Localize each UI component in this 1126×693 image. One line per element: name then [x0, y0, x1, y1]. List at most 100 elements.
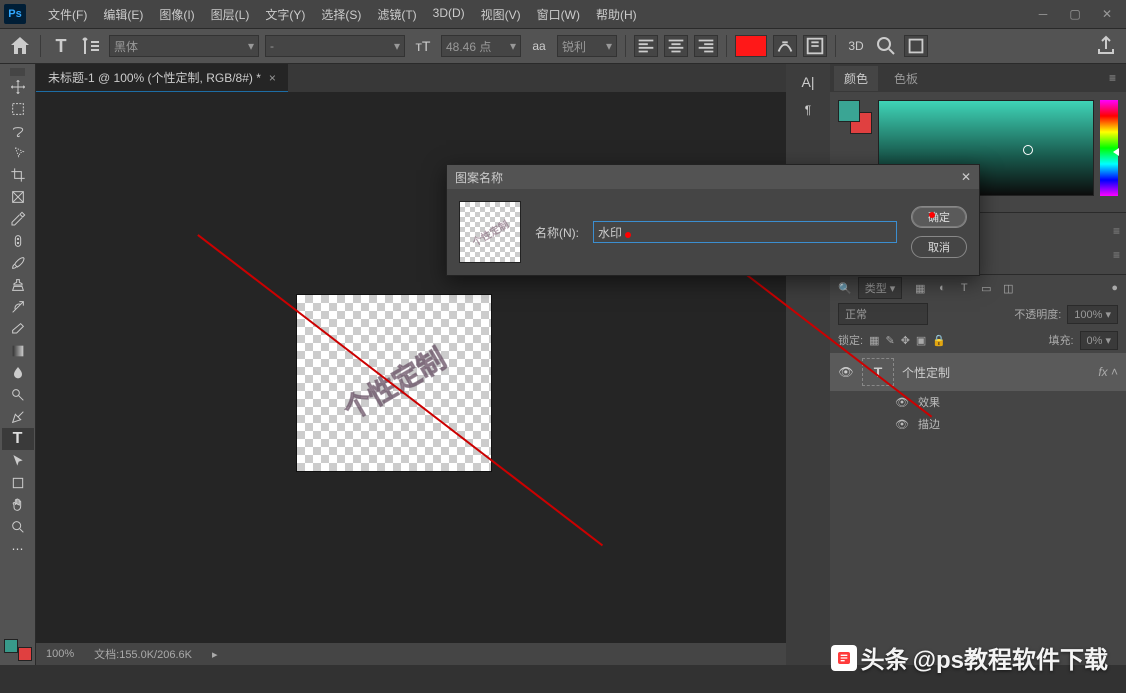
- layer-effects-row[interactable]: 👁 效果: [830, 391, 1126, 413]
- eyedropper-tool-icon[interactable]: [2, 208, 34, 230]
- fg-color[interactable]: [838, 100, 860, 122]
- font-family-dropdown[interactable]: 黑体▾: [109, 35, 259, 57]
- align-center-icon[interactable]: [664, 35, 688, 57]
- color-tab[interactable]: 颜色: [834, 66, 878, 91]
- fill-dropdown[interactable]: 0% ▾: [1080, 331, 1118, 350]
- foreground-color-swatch[interactable]: [4, 639, 18, 653]
- filter-smart-icon[interactable]: ◫: [1000, 280, 1016, 296]
- align-left-icon[interactable]: [634, 35, 658, 57]
- home-icon[interactable]: [8, 34, 32, 58]
- minimize-icon[interactable]: ─: [1028, 4, 1058, 24]
- panel-menu-icon[interactable]: ≡: [1103, 71, 1122, 85]
- visibility-icon[interactable]: 👁: [894, 416, 910, 432]
- lock-all-icon[interactable]: 🔒: [932, 334, 946, 347]
- filter-pixel-icon[interactable]: ▦: [912, 280, 928, 296]
- fx-label[interactable]: fx ˄: [1098, 365, 1118, 379]
- menu-type[interactable]: 文字(Y): [257, 4, 313, 25]
- lock-transparent-icon[interactable]: ▦: [869, 334, 879, 347]
- menu-edit[interactable]: 编辑(E): [95, 4, 151, 25]
- swatches-tab[interactable]: 色板: [884, 66, 928, 91]
- paragraph-icon[interactable]: ¶: [793, 98, 823, 122]
- text-orientation-icon[interactable]: [79, 34, 103, 58]
- share-icon[interactable]: [1094, 34, 1118, 58]
- lock-artboard-icon[interactable]: ▣: [916, 334, 926, 347]
- opacity-dropdown[interactable]: 100% ▾: [1067, 305, 1118, 324]
- filter-adjust-icon[interactable]: ◐: [934, 280, 950, 296]
- color-fgbg[interactable]: [838, 100, 872, 134]
- color-panel-header: 颜色 色板 ≡: [830, 64, 1126, 92]
- filter-type-icon[interactable]: T: [956, 280, 972, 296]
- shape-tool-icon[interactable]: [2, 472, 34, 494]
- type-tool-icon[interactable]: T: [49, 34, 73, 58]
- menu-file[interactable]: 文件(F): [40, 4, 95, 25]
- antialias-dropdown[interactable]: 锐利▾: [557, 35, 617, 57]
- eraser-tool-icon[interactable]: [2, 318, 34, 340]
- 3d-text-icon[interactable]: 3D: [844, 34, 868, 58]
- blend-mode-dropdown[interactable]: 正常: [838, 303, 928, 325]
- text-color-swatch[interactable]: [735, 35, 767, 57]
- search-docs-icon[interactable]: [874, 34, 898, 58]
- menu-view[interactable]: 视图(V): [473, 4, 529, 25]
- close-icon[interactable]: ✕: [1092, 4, 1122, 24]
- search-icon[interactable]: 🔍: [838, 282, 852, 295]
- lock-move-icon[interactable]: ✥: [901, 334, 910, 347]
- gradient-tool-icon[interactable]: [2, 340, 34, 362]
- clone-tool-icon[interactable]: [2, 274, 34, 296]
- quick-select-tool-icon[interactable]: [2, 142, 34, 164]
- menu-help[interactable]: 帮助(H): [588, 4, 645, 25]
- layer-filter-dropdown[interactable]: 类型 ▾: [858, 277, 903, 299]
- align-right-icon[interactable]: [694, 35, 718, 57]
- file-size-info[interactable]: 文档:155.0K/206.6K: [94, 646, 192, 662]
- name-field[interactable]: [593, 221, 897, 243]
- maximize-icon[interactable]: ▢: [1060, 4, 1090, 24]
- filter-shape-icon[interactable]: ▭: [978, 280, 994, 296]
- close-tab-icon[interactable]: ×: [269, 71, 276, 85]
- menu-window[interactable]: 窗口(W): [529, 4, 588, 25]
- fg-bg-colors[interactable]: [4, 639, 32, 661]
- crop-tool-icon[interactable]: [2, 164, 34, 186]
- more-tools-icon[interactable]: ⋯: [2, 538, 34, 560]
- dialog-close-icon[interactable]: ✕: [961, 170, 971, 184]
- dialog-title-bar[interactable]: 图案名称 ✕: [447, 165, 979, 189]
- layer-stroke-row[interactable]: 👁 描边: [830, 413, 1126, 435]
- lock-paint-icon[interactable]: ✎: [885, 334, 894, 347]
- document-area: 未标题-1 @ 100% (个性定制, RGB/8#) * × 个性定制 100…: [36, 64, 786, 665]
- blur-tool-icon[interactable]: [2, 362, 34, 384]
- font-style-dropdown[interactable]: -▾: [265, 35, 405, 57]
- layer-thumb-type-icon[interactable]: T: [862, 358, 894, 386]
- marquee-tool-icon[interactable]: [2, 98, 34, 120]
- visibility-icon[interactable]: 👁: [838, 364, 854, 380]
- menu-3d[interactable]: 3D(D): [425, 4, 473, 25]
- filter-toggle-icon[interactable]: ●: [1111, 282, 1118, 294]
- menu-image[interactable]: 图像(I): [151, 4, 202, 25]
- warp-text-icon[interactable]: [773, 35, 797, 57]
- healing-tool-icon[interactable]: [2, 230, 34, 252]
- zoom-tool-icon[interactable]: [2, 516, 34, 538]
- cancel-button[interactable]: 取消: [911, 236, 967, 258]
- ok-button[interactable]: 确定: [911, 206, 967, 228]
- type-tool-selected-icon[interactable]: T: [2, 428, 34, 450]
- pen-tool-icon[interactable]: [2, 406, 34, 428]
- dodge-tool-icon[interactable]: [2, 384, 34, 406]
- lasso-tool-icon[interactable]: [2, 120, 34, 142]
- zoom-level[interactable]: 100%: [46, 648, 74, 660]
- document-tab[interactable]: 未标题-1 @ 100% (个性定制, RGB/8#) * ×: [36, 64, 288, 92]
- character-panel-icon[interactable]: A|: [793, 70, 823, 94]
- background-color-swatch[interactable]: [18, 647, 32, 661]
- panel-menu-icon-3[interactable]: ≡: [1113, 248, 1120, 262]
- panel-menu-icon-2[interactable]: ≡: [1113, 224, 1120, 238]
- status-caret[interactable]: ▸: [212, 648, 218, 661]
- menu-layer[interactable]: 图层(L): [203, 4, 258, 25]
- menu-filter[interactable]: 滤镜(T): [369, 4, 424, 25]
- brush-tool-icon[interactable]: [2, 252, 34, 274]
- hue-slider[interactable]: [1100, 100, 1118, 196]
- move-tool-icon[interactable]: [2, 76, 34, 98]
- frame-tool-icon[interactable]: [2, 186, 34, 208]
- hand-tool-icon[interactable]: [2, 494, 34, 516]
- history-brush-icon[interactable]: [2, 296, 34, 318]
- path-select-tool-icon[interactable]: [2, 450, 34, 472]
- menu-select[interactable]: 选择(S): [313, 4, 369, 25]
- paragraph-panel-icon[interactable]: [803, 35, 827, 57]
- screen-mode-icon[interactable]: [904, 35, 928, 57]
- font-size-dropdown[interactable]: 48.46 点▾: [441, 35, 521, 57]
